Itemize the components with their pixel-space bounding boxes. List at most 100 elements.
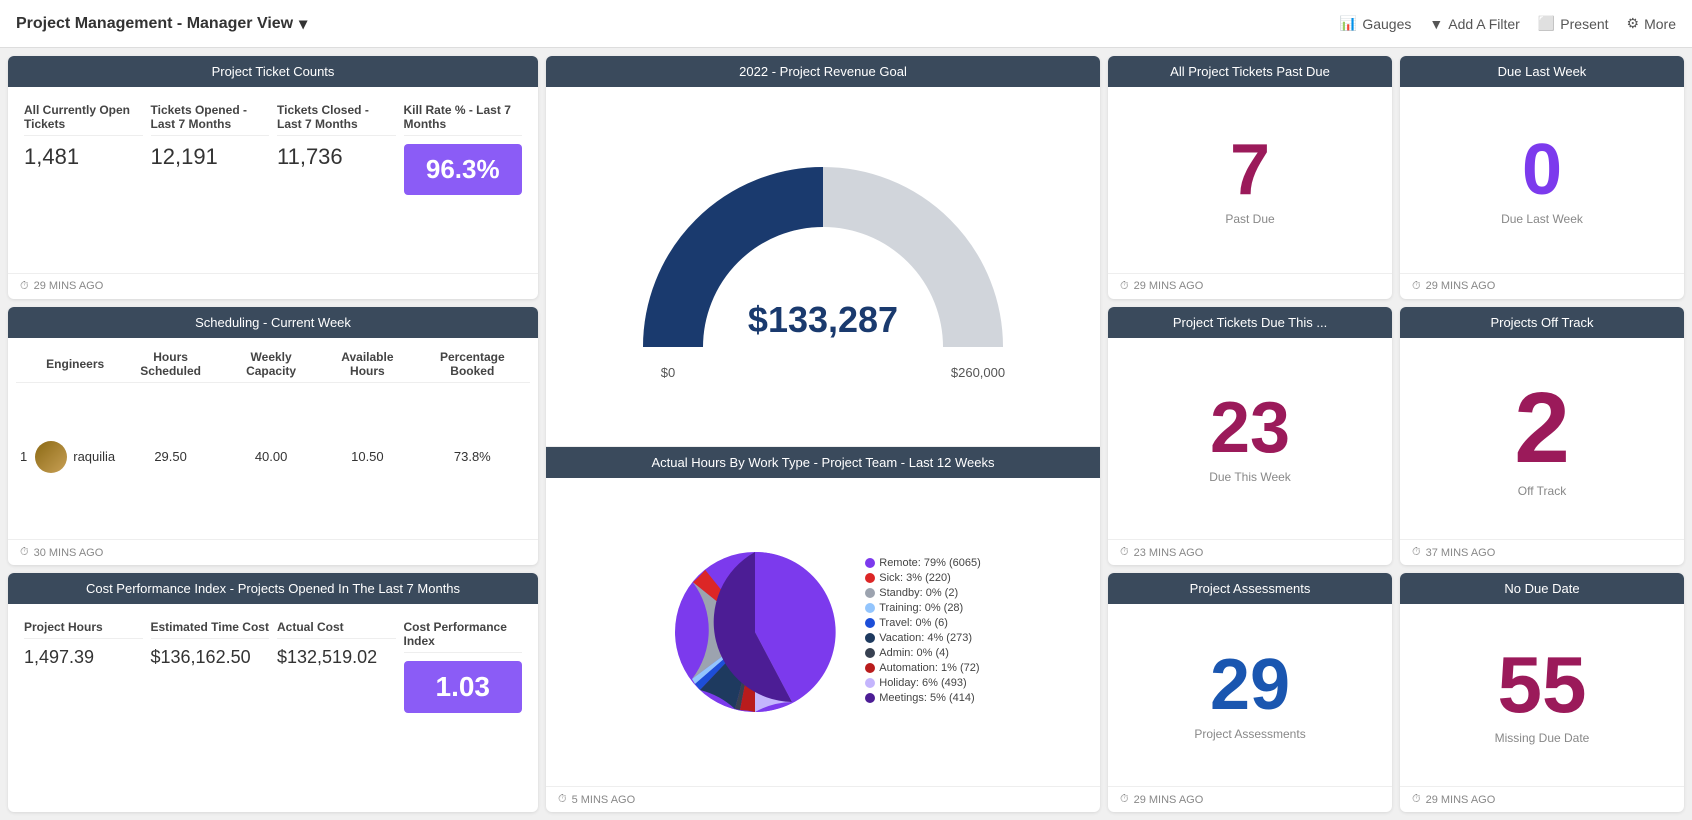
past-due-body: 7 Past Due [1108, 87, 1392, 273]
header: Project Management - Manager View ▾ 📊 Ga… [0, 0, 1692, 48]
assessments-card: Project Assessments 29 Project Assessmen… [1108, 573, 1392, 812]
dashboard: Project Ticket Counts All Currently Open… [0, 48, 1692, 820]
legend-standby: Standby: 0% (2) [865, 587, 981, 599]
no-due-date-card: No Due Date 55 Missing Due Date ⏱ 29 MIN… [1400, 573, 1684, 812]
hours-chart-section: Actual Hours By Work Type - Project Team… [546, 446, 1100, 786]
pie-legend: Remote: 79% (6065) Sick: 3% (220) Standb… [865, 557, 981, 707]
due-last-week-value: 0 [1522, 134, 1562, 206]
sched-col-pct-booked: Percentage Booked [415, 346, 530, 383]
sched-col-avail-hours: Available Hours [320, 346, 414, 383]
gauges-icon: 📊 [1340, 15, 1357, 32]
cpi-card: Cost Performance Index - Projects Opened… [8, 573, 538, 812]
title-text: Project Management - Manager View [16, 15, 293, 33]
assessments-label: Project Assessments [1194, 727, 1305, 741]
legend-remote: Remote: 79% (6065) [865, 557, 981, 569]
sched-col-hours-sched: Hours Scheduled [119, 346, 222, 383]
clock-icon: ⏱ [20, 280, 29, 293]
revenue-goal-body: $133,287 $0 $260,000 [546, 87, 1100, 446]
ticket-counts-footer: ⏱ 29 MINS AGO [8, 273, 538, 299]
gauges-button[interactable]: 📊 Gauges [1340, 15, 1411, 32]
legend-meetings: Meetings: 5% (414) [865, 692, 981, 704]
scheduling-footer: ⏱ 30 MINS AGO [8, 539, 538, 565]
past-due-label: Past Due [1225, 212, 1274, 226]
scheduling-header: Scheduling - Current Week [8, 307, 538, 338]
legend-holiday: Holiday: 6% (493) [865, 677, 981, 689]
legend-travel: Travel: 0% (6) [865, 617, 981, 629]
ticket-counts-table: All Currently Open Tickets 1,481 Tickets… [20, 97, 526, 263]
filter-button[interactable]: ▼ Add A Filter [1429, 16, 1519, 32]
past-due-value: 7 [1230, 134, 1270, 206]
present-icon: ⬜ [1538, 15, 1555, 32]
due-last-week-card: Due Last Week 0 Due Last Week ⏱ 29 MINS … [1400, 56, 1684, 299]
due-last-week-header: Due Last Week [1400, 56, 1684, 87]
scheduling-body: Engineers Hours Scheduled Weekly Capacit… [8, 338, 538, 540]
legend-vacation: Vacation: 4% (273) [865, 632, 981, 644]
past-due-footer: ⏱ 29 MINS AGO [1108, 273, 1392, 299]
svg-text:$0: $0 [661, 365, 675, 380]
clock-icon-pastdue: ⏱ [1120, 280, 1129, 293]
tickets-due-this-header: Project Tickets Due This ... [1108, 307, 1392, 338]
off-track-body: 2 Off Track [1400, 338, 1684, 540]
sched-col-weekly-cap: Weekly Capacity [222, 346, 320, 383]
page-title: Project Management - Manager View ▾ [16, 14, 307, 34]
due-last-week-footer: ⏱ 29 MINS AGO [1400, 273, 1684, 299]
filter-icon: ▼ [1429, 16, 1443, 32]
dropdown-arrow[interactable]: ▾ [299, 14, 307, 34]
ticket-counts-card: Project Ticket Counts All Currently Open… [8, 56, 538, 299]
revenue-goal-card: 2022 - Project Revenue Goal $133,287 $0 … [546, 56, 1100, 812]
sched-col-num [16, 346, 31, 383]
pie-chart-section: Remote: 79% (6065) Sick: 3% (220) Standb… [546, 478, 1100, 786]
revenue-goal-header: 2022 - Project Revenue Goal [546, 56, 1100, 87]
past-due-card: All Project Tickets Past Due 7 Past Due … [1108, 56, 1392, 299]
legend-sick: Sick: 3% (220) [865, 572, 981, 584]
clock-icon-revenue: ⏱ [558, 793, 567, 806]
tickets-due-this-footer: ⏱ 23 MINS AGO [1108, 539, 1392, 565]
tickets-due-this-label: Due This Week [1209, 470, 1291, 484]
legend-training: Training: 0% (28) [865, 602, 981, 614]
header-actions: 📊 Gauges ▼ Add A Filter ⬜ Present ⚙ More [1340, 15, 1676, 32]
ticket-counts-header: Project Ticket Counts [8, 56, 538, 87]
off-track-card: Projects Off Track 2 Off Track ⏱ 37 MINS… [1400, 307, 1684, 566]
more-button[interactable]: ⚙ More [1627, 15, 1676, 32]
present-button[interactable]: ⬜ Present [1538, 15, 1609, 32]
pie-chart [665, 542, 865, 722]
scheduling-card: Scheduling - Current Week Engineers Hour… [8, 307, 538, 566]
past-due-header: All Project Tickets Past Due [1108, 56, 1392, 87]
assessments-header: Project Assessments [1108, 573, 1392, 604]
no-due-date-footer: ⏱ 29 MINS AGO [1400, 786, 1684, 812]
sched-col-engineers: Engineers [31, 346, 119, 383]
revenue-goal-footer: ⏱ 5 MINS AGO [546, 786, 1100, 812]
no-due-date-label: Missing Due Date [1495, 731, 1590, 745]
table-row: 1 raquilia 29.50 40.00 10.50 73.8% [16, 382, 530, 531]
tickets-due-this-card: Project Tickets Due This ... 23 Due This… [1108, 307, 1392, 566]
cpi-table: Project Hours 1,497.39 Estimated Time Co… [20, 614, 526, 802]
ticket-col-open: All Currently Open Tickets 1,481 [20, 97, 147, 263]
due-last-week-body: 0 Due Last Week [1400, 87, 1684, 273]
gauge-value: $133,287 [748, 299, 898, 340]
cpi-col-est-cost: Estimated Time Cost $136,162.50 [147, 614, 274, 802]
no-due-date-value: 55 [1498, 645, 1587, 725]
ticket-col-opened: Tickets Opened - Last 7 Months 12,191 [147, 97, 274, 263]
gauge-chart: $133,287 $0 $260,000 [633, 137, 1013, 397]
no-due-date-body: 55 Missing Due Date [1400, 604, 1684, 786]
due-last-week-label: Due Last Week [1501, 212, 1583, 226]
tickets-due-this-body: 23 Due This Week [1108, 338, 1392, 540]
svg-text:$260,000: $260,000 [951, 365, 1005, 380]
no-due-date-header: No Due Date [1400, 573, 1684, 604]
ticket-col-killrate: Kill Rate % - Last 7 Months 96.3% [400, 97, 527, 263]
clock-icon-noduedate: ⏱ [1412, 793, 1421, 806]
ticket-counts-body: All Currently Open Tickets 1,481 Tickets… [8, 87, 538, 273]
legend-automation: Automation: 1% (72) [865, 662, 981, 674]
ticket-col-closed: Tickets Closed - Last 7 Months 11,736 [273, 97, 400, 263]
cpi-col-actual-cost: Actual Cost $132,519.02 [273, 614, 400, 802]
legend-admin: Admin: 0% (4) [865, 647, 981, 659]
gear-icon: ⚙ [1627, 15, 1640, 32]
scheduling-table: Engineers Hours Scheduled Weekly Capacit… [16, 346, 530, 532]
tickets-due-this-value: 23 [1210, 392, 1290, 464]
avatar [35, 441, 67, 473]
off-track-header: Projects Off Track [1400, 307, 1684, 338]
cpi-col-index: Cost Performance Index 1.03 [400, 614, 527, 802]
hours-chart-header: Actual Hours By Work Type - Project Team… [546, 447, 1100, 478]
assessments-footer: ⏱ 29 MINS AGO [1108, 786, 1392, 812]
cpi-header: Cost Performance Index - Projects Opened… [8, 573, 538, 604]
